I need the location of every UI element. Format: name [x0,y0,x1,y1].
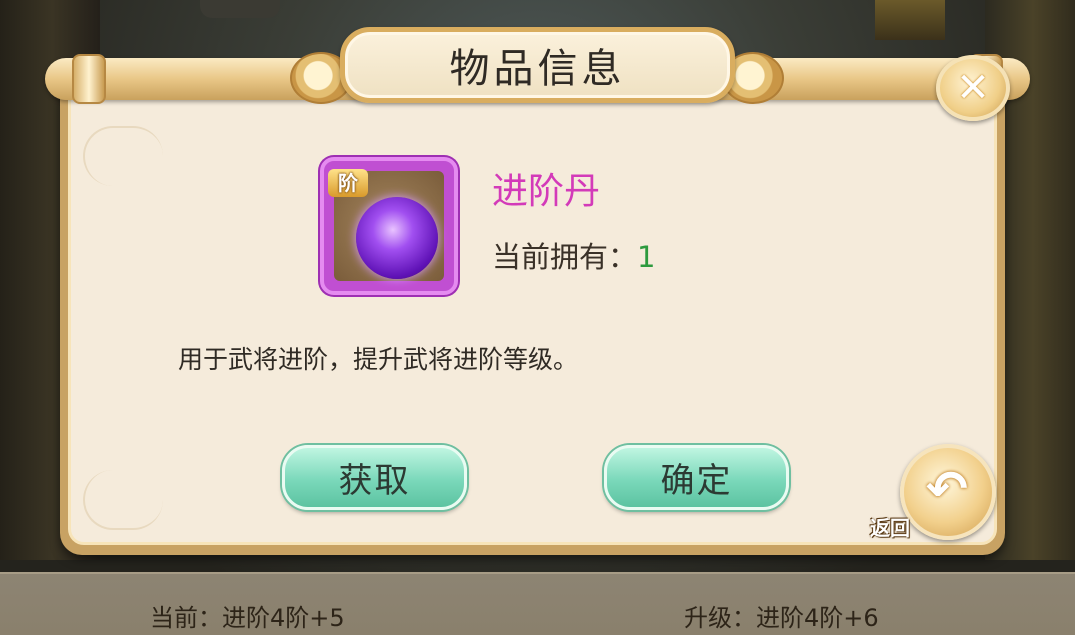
acquire-button[interactable]: 获取 [282,445,467,510]
return-button-label: 返回 [870,516,910,540]
scroll-cap-left [72,54,106,104]
owned-count: 1 [637,240,656,274]
return-button[interactable]: ↶ 返回 [870,444,996,540]
upgrade-level-text: 升级：进阶4阶+6 [684,604,879,632]
purple-orb-icon [356,197,438,279]
owned-label: 当前拥有： [492,240,638,274]
close-button[interactable]: ✕ [936,55,1010,121]
item-name: 进阶丹 [492,171,601,212]
owned-row: 当前拥有：1 [492,234,655,276]
item-icon-frame: 阶 [320,157,458,295]
background-decoration [200,0,280,18]
corner-ornament [83,470,163,530]
return-arrow-icon: ↶ [926,460,968,518]
title-plaque: 物品信息 [340,27,735,103]
item-info-dialog [60,75,1005,555]
acquire-button-label: 获取 [338,461,411,501]
current-level-text: 当前：进阶4阶+5 [150,604,345,632]
close-icon: ✕ [956,65,990,111]
confirm-button-label: 确定 [660,461,733,501]
dialog-title: 物品信息 [449,46,626,92]
grade-badge: 阶 [328,169,368,197]
background-decoration-right [875,0,945,40]
confirm-button[interactable]: 确定 [604,445,789,510]
corner-ornament [83,126,163,186]
dialog-panel [68,83,997,545]
item-description: 用于武将进阶，提升武将进阶等级。 [178,345,579,374]
